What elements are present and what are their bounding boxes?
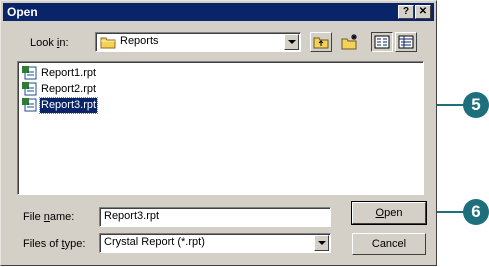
help-button[interactable]: ? xyxy=(398,5,414,19)
file-type-dropdown-button[interactable] xyxy=(314,235,329,251)
open-dialog: Open ? ✕ Look in: Reports Report1.rpt Re… xyxy=(0,0,437,266)
file-type-combo[interactable]: Crystal Report (*.rpt) xyxy=(99,233,331,253)
crystal-report-file-icon xyxy=(22,82,38,96)
look-in-dropdown-button[interactable] xyxy=(284,34,299,50)
up-one-level-button[interactable] xyxy=(310,32,332,52)
crystal-report-file-icon xyxy=(22,66,38,80)
new-folder-icon xyxy=(341,33,359,53)
details-view-button[interactable] xyxy=(395,32,417,52)
folder-icon xyxy=(100,36,116,52)
look-in-combo[interactable]: Reports xyxy=(95,32,301,52)
step-5-callout: 5 xyxy=(463,92,489,118)
crystal-report-file-icon xyxy=(22,98,38,112)
file-item-name: Report3.rpt xyxy=(38,97,99,114)
cancel-button[interactable]: Cancel xyxy=(352,233,426,255)
dialog-title: Open xyxy=(7,5,38,19)
look-in-label: Look in: xyxy=(30,37,69,49)
file-type-label: Files of type: xyxy=(23,238,86,250)
close-button[interactable]: ✕ xyxy=(415,5,431,19)
file-name-input[interactable]: Report3.rpt xyxy=(99,207,331,227)
file-name-label: File name: xyxy=(23,211,75,223)
details-view-icon xyxy=(398,35,414,52)
up-folder-icon xyxy=(313,35,329,52)
file-item-name: Report1.rpt xyxy=(41,67,97,79)
file-type-value: Crystal Report (*.rpt) xyxy=(104,236,205,248)
create-new-folder-button[interactable] xyxy=(339,32,361,52)
open-button[interactable]: Open xyxy=(351,201,427,225)
list-view-button[interactable] xyxy=(371,32,393,52)
file-item-name: Report2.rpt xyxy=(41,83,97,95)
list-view-icon xyxy=(374,35,390,52)
title-bar: Open ? ✕ xyxy=(3,3,434,21)
step-6-callout: 6 xyxy=(463,199,489,225)
file-list[interactable]: Report1.rpt Report2.rpt Report3.rpt xyxy=(17,61,424,195)
look-in-value: Reports xyxy=(120,35,159,47)
